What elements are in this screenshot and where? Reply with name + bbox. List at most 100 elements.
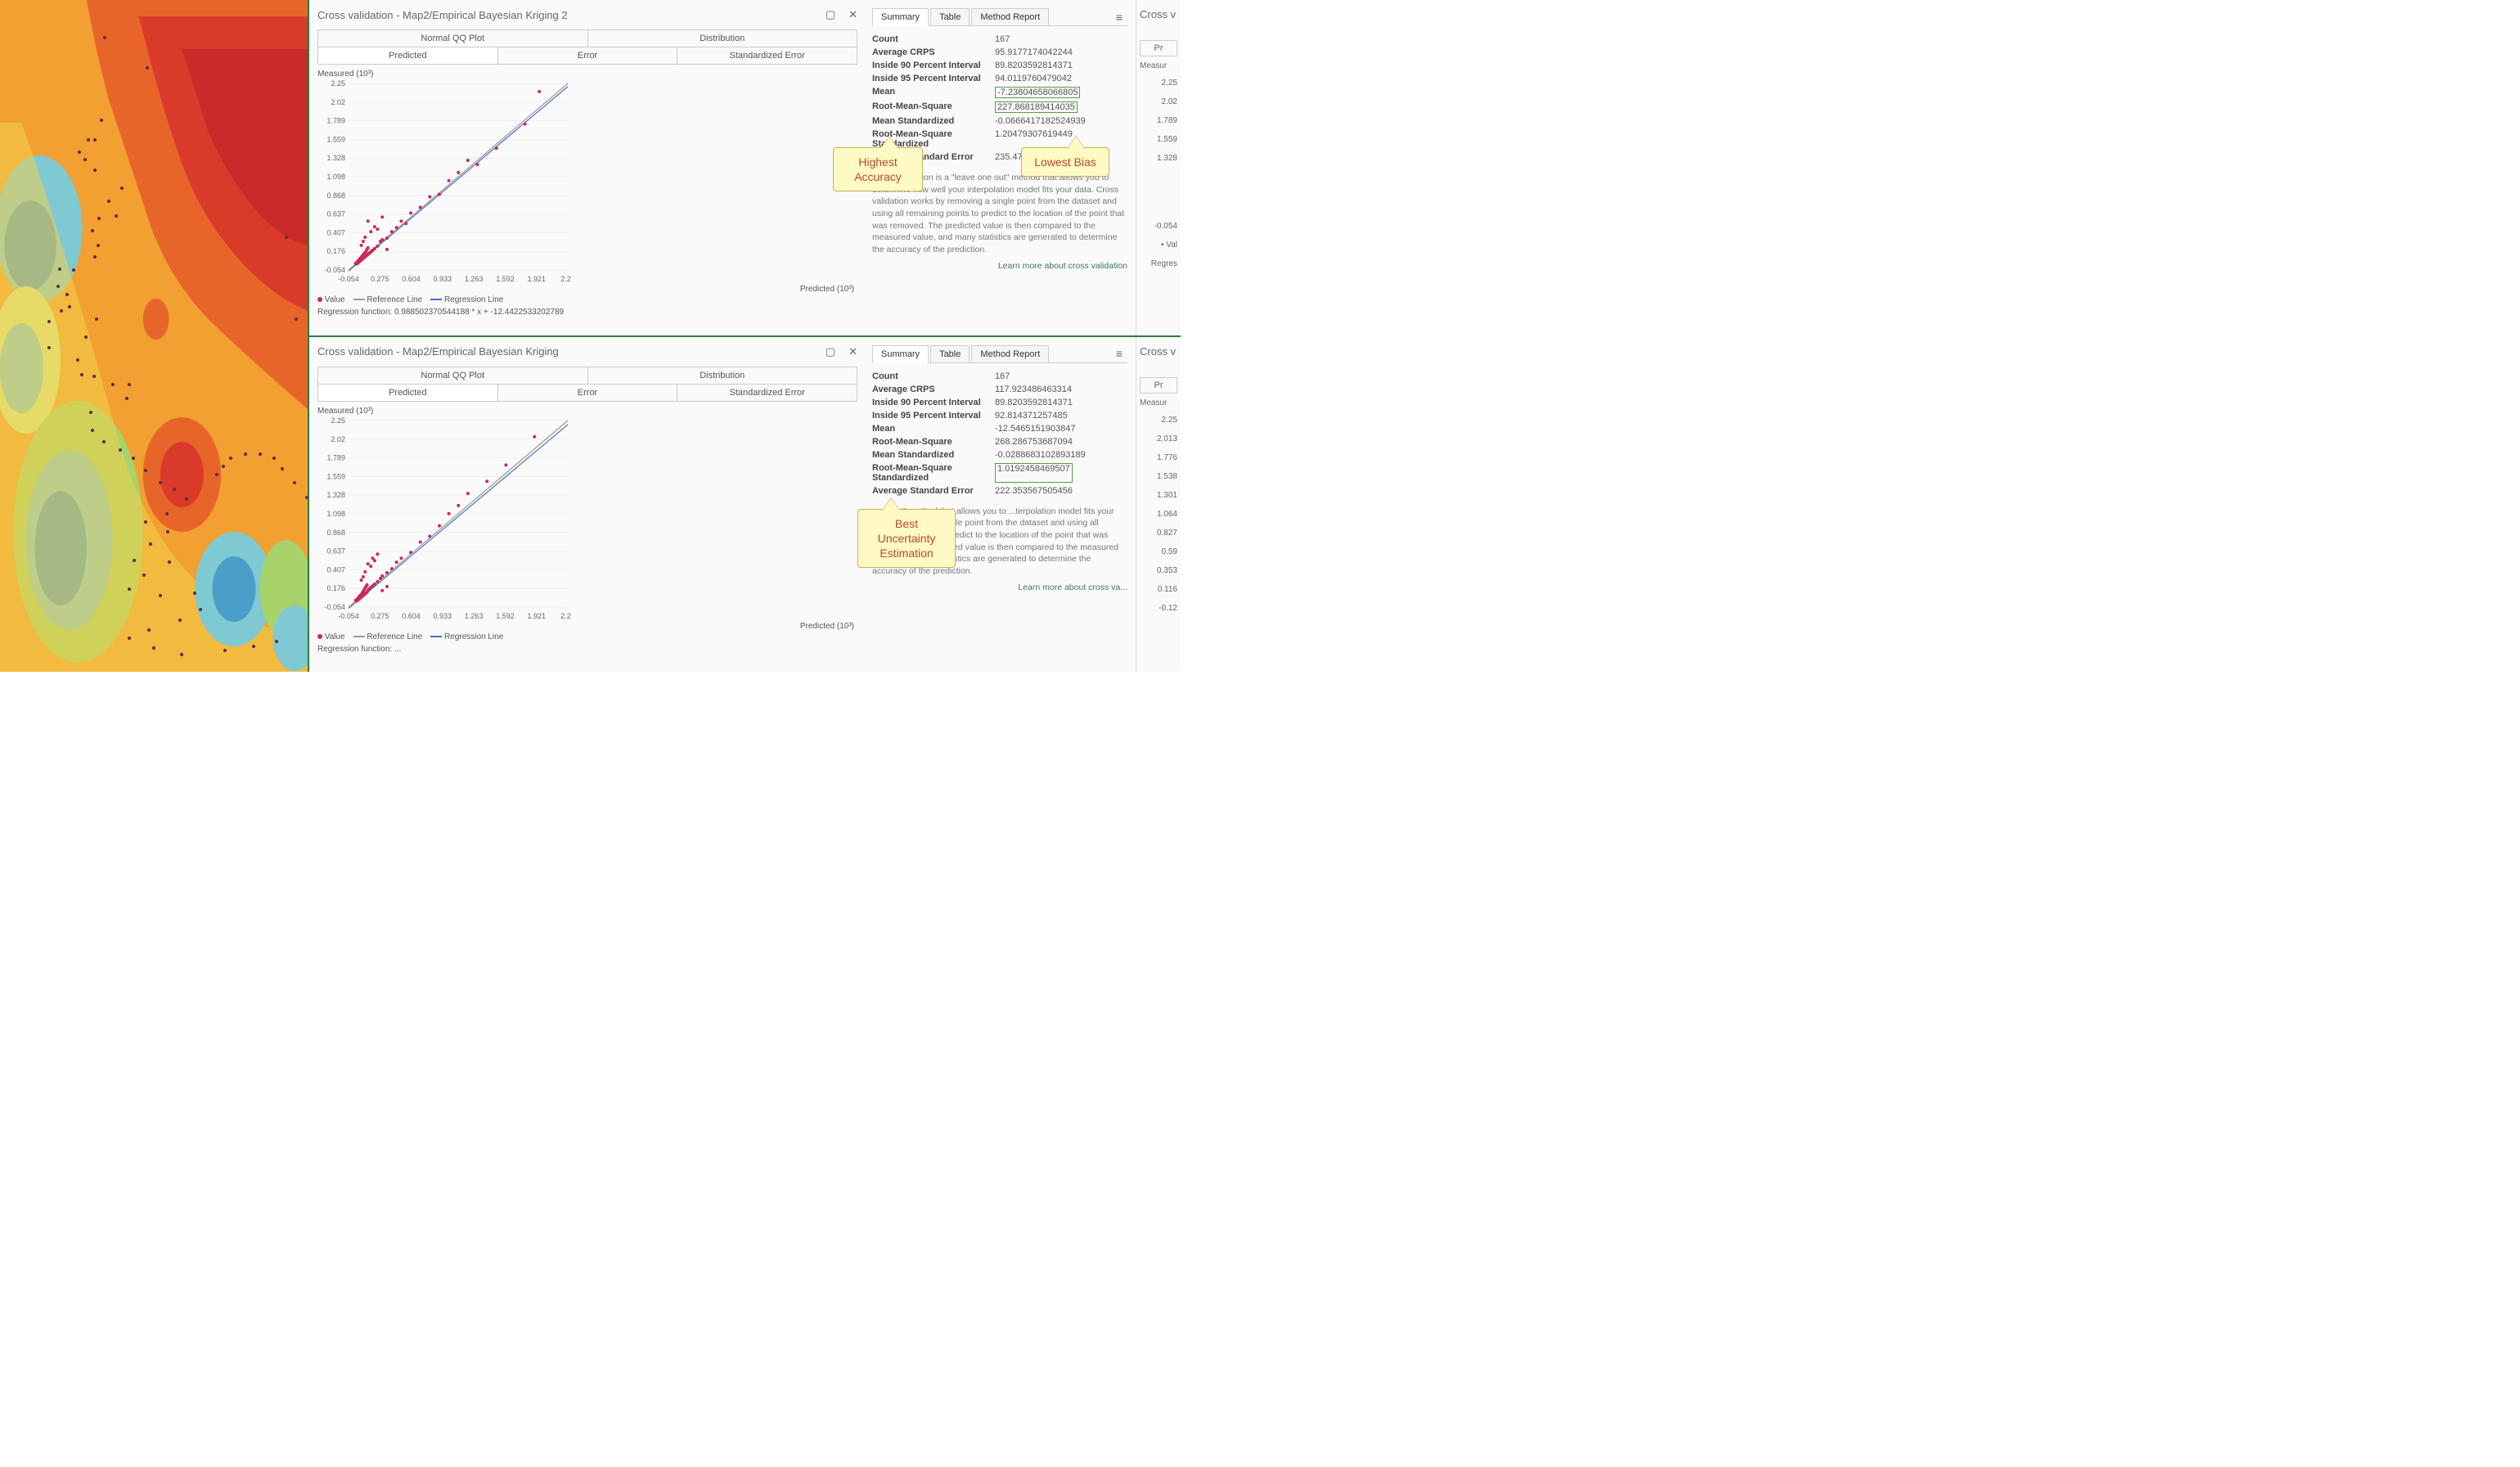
tab-method-report[interactable]: Method Report	[971, 8, 1049, 25]
svg-text:1.263: 1.263	[465, 275, 484, 283]
svg-text:1.559: 1.559	[326, 135, 345, 143]
sample-point	[185, 497, 188, 501]
sample-point	[91, 229, 94, 232]
summary-tabs: Summary Table Method Report ≡	[872, 345, 1127, 363]
stat-label: Count	[872, 34, 995, 44]
map-view[interactable]	[0, 0, 308, 672]
tab-distribution[interactable]: Distribution	[588, 30, 857, 47]
stat-value: -12.5465151903847	[995, 424, 1075, 434]
svg-text:1.921: 1.921	[527, 275, 546, 283]
sample-point	[222, 465, 225, 468]
stat-value: -0.0666417182524939	[995, 116, 1086, 126]
sample-point	[78, 151, 81, 154]
stat-row: Average CRPS117.923486463314	[872, 383, 1127, 396]
sample-point	[91, 429, 94, 432]
panel-title: Cross validation - Map2/Empirical Bayesi…	[317, 9, 568, 21]
menu-icon[interactable]: ≡	[1111, 347, 1127, 360]
sample-point	[159, 594, 162, 597]
svg-text:0.933: 0.933	[434, 612, 452, 620]
value-marker-icon	[317, 297, 322, 302]
svg-text:1.592: 1.592	[496, 275, 515, 283]
sample-point	[159, 481, 162, 484]
menu-icon[interactable]: ≡	[1111, 11, 1127, 24]
scatter-chart: Measured (10³) -0.0540.1760.4070.6370.86…	[317, 407, 857, 631]
stat-label: Inside 95 Percent Interval	[872, 411, 995, 421]
tab-std-error[interactable]: Standardized Error	[677, 385, 857, 401]
svg-text:1.328: 1.328	[326, 154, 345, 162]
stat-row: Inside 95 Percent Interval92.81437125748…	[872, 409, 1127, 422]
regression-line-icon	[430, 299, 442, 300]
tab-predicted[interactable]: Predicted	[318, 47, 498, 64]
stat-row: Average Standard Error222.353567505456	[872, 484, 1127, 497]
sample-point	[56, 285, 60, 288]
stat-value: 89.8203592814371	[995, 61, 1073, 70]
sample-point	[244, 452, 247, 456]
close-icon[interactable]: ✕	[848, 345, 857, 358]
maximize-icon[interactable]: ▢	[826, 8, 835, 21]
sample-point	[83, 158, 87, 161]
stat-label: Root-Mean-Square	[872, 437, 995, 447]
svg-text:0.176: 0.176	[326, 584, 345, 592]
sample-point	[152, 646, 155, 650]
sample-point	[92, 375, 96, 378]
x-axis-label: Predicted (10³)	[317, 622, 857, 631]
stat-row: Inside 90 Percent Interval89.82035928143…	[872, 396, 1127, 409]
tab-table[interactable]: Table	[930, 8, 970, 25]
tab-method-report[interactable]: Method Report	[971, 345, 1049, 362]
tab-error[interactable]: Error	[498, 47, 678, 64]
reference-line-icon	[353, 636, 365, 637]
svg-text:0.637: 0.637	[326, 547, 345, 555]
learn-more-link[interactable]: Learn more about cross validation	[872, 261, 1127, 271]
sample-point	[180, 653, 183, 656]
sample-point	[178, 619, 182, 622]
svg-text:1.263: 1.263	[465, 612, 484, 620]
sample-point	[128, 637, 131, 640]
sample-point	[120, 187, 124, 190]
stat-value: 1.20479307619449	[995, 129, 1073, 149]
tab-std-error[interactable]: Standardized Error	[677, 47, 857, 64]
sample-point	[125, 397, 128, 400]
sample-point	[95, 317, 98, 321]
sample-point	[293, 481, 296, 484]
tab-summary[interactable]: Summary	[872, 8, 929, 26]
chart-metric-tabs: Predicted Error Standardized Error	[317, 47, 857, 65]
sample-point	[47, 346, 51, 349]
sample-point	[72, 268, 75, 272]
maximize-icon[interactable]: ▢	[826, 345, 835, 358]
sample-point	[68, 305, 71, 308]
tab-table[interactable]: Table	[930, 345, 970, 362]
tab-normal-qq[interactable]: Normal QQ Plot	[318, 30, 588, 47]
tab-distribution[interactable]: Distribution	[588, 367, 857, 384]
tab-error[interactable]: Error	[498, 385, 678, 401]
summary-tabs: Summary Table Method Report ≡	[872, 8, 1127, 26]
svg-text:2.25: 2.25	[560, 612, 571, 620]
sample-point	[272, 457, 276, 460]
close-icon[interactable]: ✕	[848, 8, 857, 21]
tab-predicted[interactable]: Predicted	[318, 385, 498, 401]
sample-point	[275, 640, 278, 643]
tab-normal-qq[interactable]: Normal QQ Plot	[318, 367, 588, 384]
stat-row: Count167	[872, 33, 1127, 46]
svg-text:0.604: 0.604	[402, 612, 421, 620]
sample-point	[93, 138, 97, 142]
svg-text:2.02: 2.02	[331, 434, 345, 443]
stat-value: 1.0192458469507	[995, 463, 1073, 483]
y-axis-label: Measured (10³)	[317, 70, 857, 79]
svg-text:0.275: 0.275	[371, 275, 389, 283]
stat-row: Count167	[872, 370, 1127, 383]
sample-point	[60, 309, 63, 313]
cross-validation-panel-2: Cross validation - Map2/Empirical Bayesi…	[309, 335, 1181, 673]
sample-point	[107, 200, 110, 203]
svg-text:2.25: 2.25	[560, 275, 571, 283]
learn-more-link[interactable]: Learn more about cross va...	[872, 583, 1127, 592]
tab-summary[interactable]: Summary	[872, 345, 929, 363]
chart-legend: Value Reference Line Regression Line	[317, 631, 857, 643]
svg-text:1.921: 1.921	[527, 612, 546, 620]
svg-text:-0.054: -0.054	[338, 275, 359, 283]
sample-point	[76, 358, 79, 362]
stat-row: Mean-12.5465151903847	[872, 422, 1127, 435]
svg-text:0.637: 0.637	[326, 210, 345, 218]
stat-label: Root-Mean-Square	[872, 101, 995, 113]
sample-point	[305, 496, 308, 499]
sample-point	[87, 138, 90, 142]
